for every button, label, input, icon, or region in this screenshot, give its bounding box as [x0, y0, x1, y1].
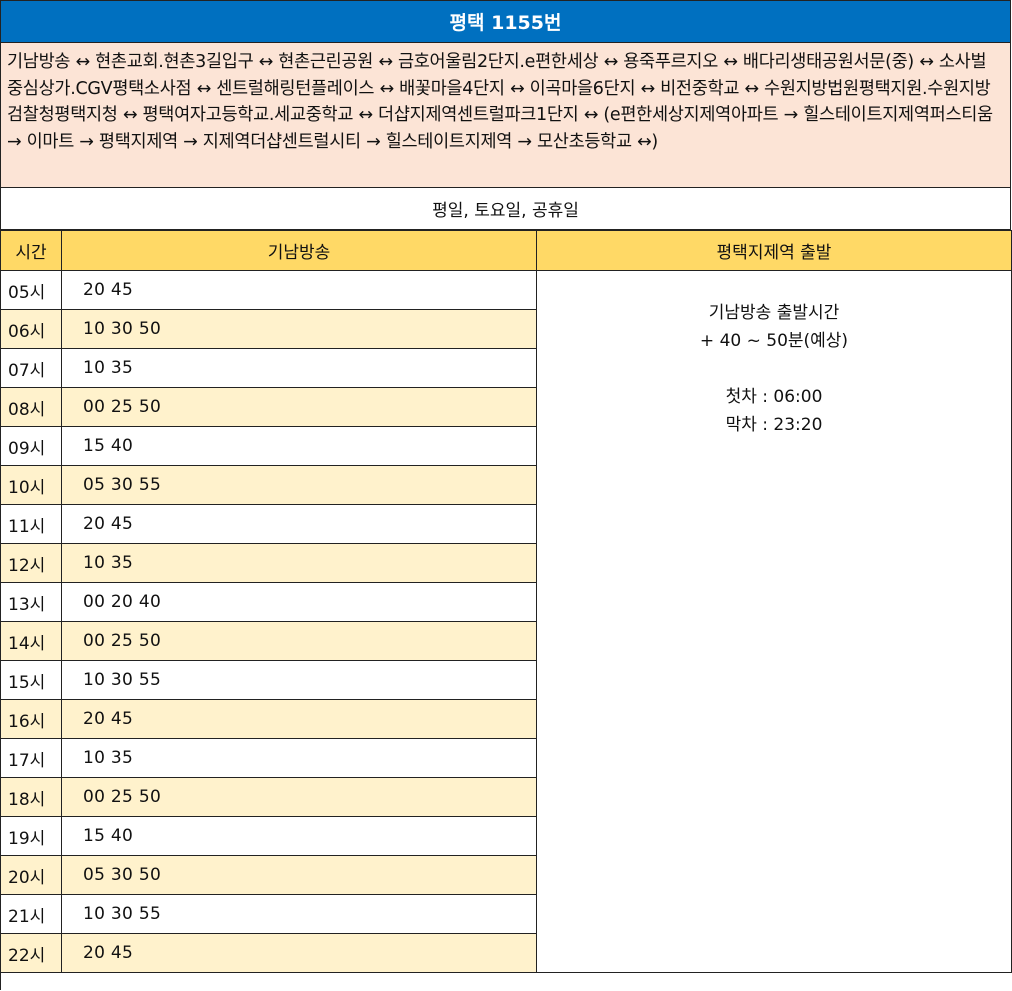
hour-cell: 16시 [0, 699, 62, 739]
hour-cell: 21시 [0, 894, 62, 934]
table-row: 05시 20 45 기남방송 출발시간 + 40 ~ 50분(예상) 첫차 : 06:0… [0, 270, 1012, 973]
return-departure-note: 기남방송 출발시간 + 40 ~ 50분(예상) 첫차 : 06:00 막차 : 23… [536, 270, 1012, 973]
departure-minutes-cell: 10 30 55 [61, 894, 537, 934]
hour-cell: 17시 [0, 738, 62, 778]
hour-cell: 20시 [0, 855, 62, 895]
hour-cell: 05시 [0, 270, 62, 310]
hour-cell: 06시 [0, 309, 62, 349]
first-bus-time: 첫차 : 06:00 [725, 387, 823, 407]
note-spacer [537, 355, 1011, 383]
departure-minutes-cell: 10 30 55 [61, 660, 537, 700]
departure-minutes-cell: 00 25 50 [61, 621, 537, 661]
departure-minutes-cell: 10 35 [61, 348, 537, 388]
operating-days: 평일, 토요일, 공휴일 [1, 188, 1011, 230]
note-origin-line: 기남방송 출발시간 [708, 303, 840, 323]
hour-cell: 12시 [0, 543, 62, 583]
table-header-row: 시간 기남방송 평택지제역 출발 [0, 230, 1012, 271]
hour-cell: 11시 [0, 504, 62, 544]
origin-column-header: 기남방송 [61, 230, 537, 271]
departure-minutes-cell: 00 25 50 [61, 387, 537, 427]
departure-minutes-cell: 15 40 [61, 426, 537, 466]
note-duration-line: + 40 ~ 50분(예상) [699, 331, 849, 351]
hour-cell: 14시 [0, 621, 62, 661]
last-bus-time: 막차 : 23:20 [725, 415, 823, 435]
hour-cell: 10시 [0, 465, 62, 505]
hour-cell: 15시 [0, 660, 62, 700]
schedule-body: 05시 20 45 기남방송 출발시간 + 40 ~ 50분(예상) 첫차 : 06:0… [0, 270, 1012, 973]
departure-minutes-cell: 00 20 40 [61, 582, 537, 622]
departure-minutes-cell: 05 30 50 [61, 855, 537, 895]
page-title: 평택 1155번 [1, 1, 1011, 43]
departure-minutes-cell: 10 35 [61, 738, 537, 778]
departure-minutes-cell: 10 30 50 [61, 309, 537, 349]
departure-minutes-cell: 20 45 [61, 504, 537, 544]
departure-minutes-cell: 15 40 [61, 816, 537, 856]
schedule-table: 시간 기남방송 평택지제역 출발 05시 20 45 기남방송 출발시간 + 40 ~… [0, 230, 1012, 973]
departure-minutes-cell: 10 35 [61, 543, 537, 583]
route-description: 기남방송 ↔ 현촌교회.현촌3길입구 ↔ 현촌근린공원 ↔ 금호어울림2단지.e… [1, 43, 1011, 188]
departure-minutes-cell: 20 45 [61, 270, 537, 310]
departure-minutes-cell: 05 30 55 [61, 465, 537, 505]
departure-minutes-cell: 00 25 50 [61, 777, 537, 817]
hour-cell: 13시 [0, 582, 62, 622]
return-column-header: 평택지제역 출발 [536, 230, 1012, 271]
hour-cell: 22시 [0, 933, 62, 973]
hour-cell: 19시 [0, 816, 62, 856]
departure-minutes-cell: 20 45 [61, 699, 537, 739]
hour-column-header: 시간 [0, 230, 62, 271]
hour-cell: 09시 [0, 426, 62, 466]
departure-minutes-cell: 20 45 [61, 933, 537, 973]
hour-cell: 07시 [0, 348, 62, 388]
hour-cell: 18시 [0, 777, 62, 817]
timetable: 평택 1155번 기남방송 ↔ 현촌교회.현촌3길입구 ↔ 현촌근린공원 ↔ 금… [0, 0, 1012, 990]
hour-cell: 08시 [0, 387, 62, 427]
